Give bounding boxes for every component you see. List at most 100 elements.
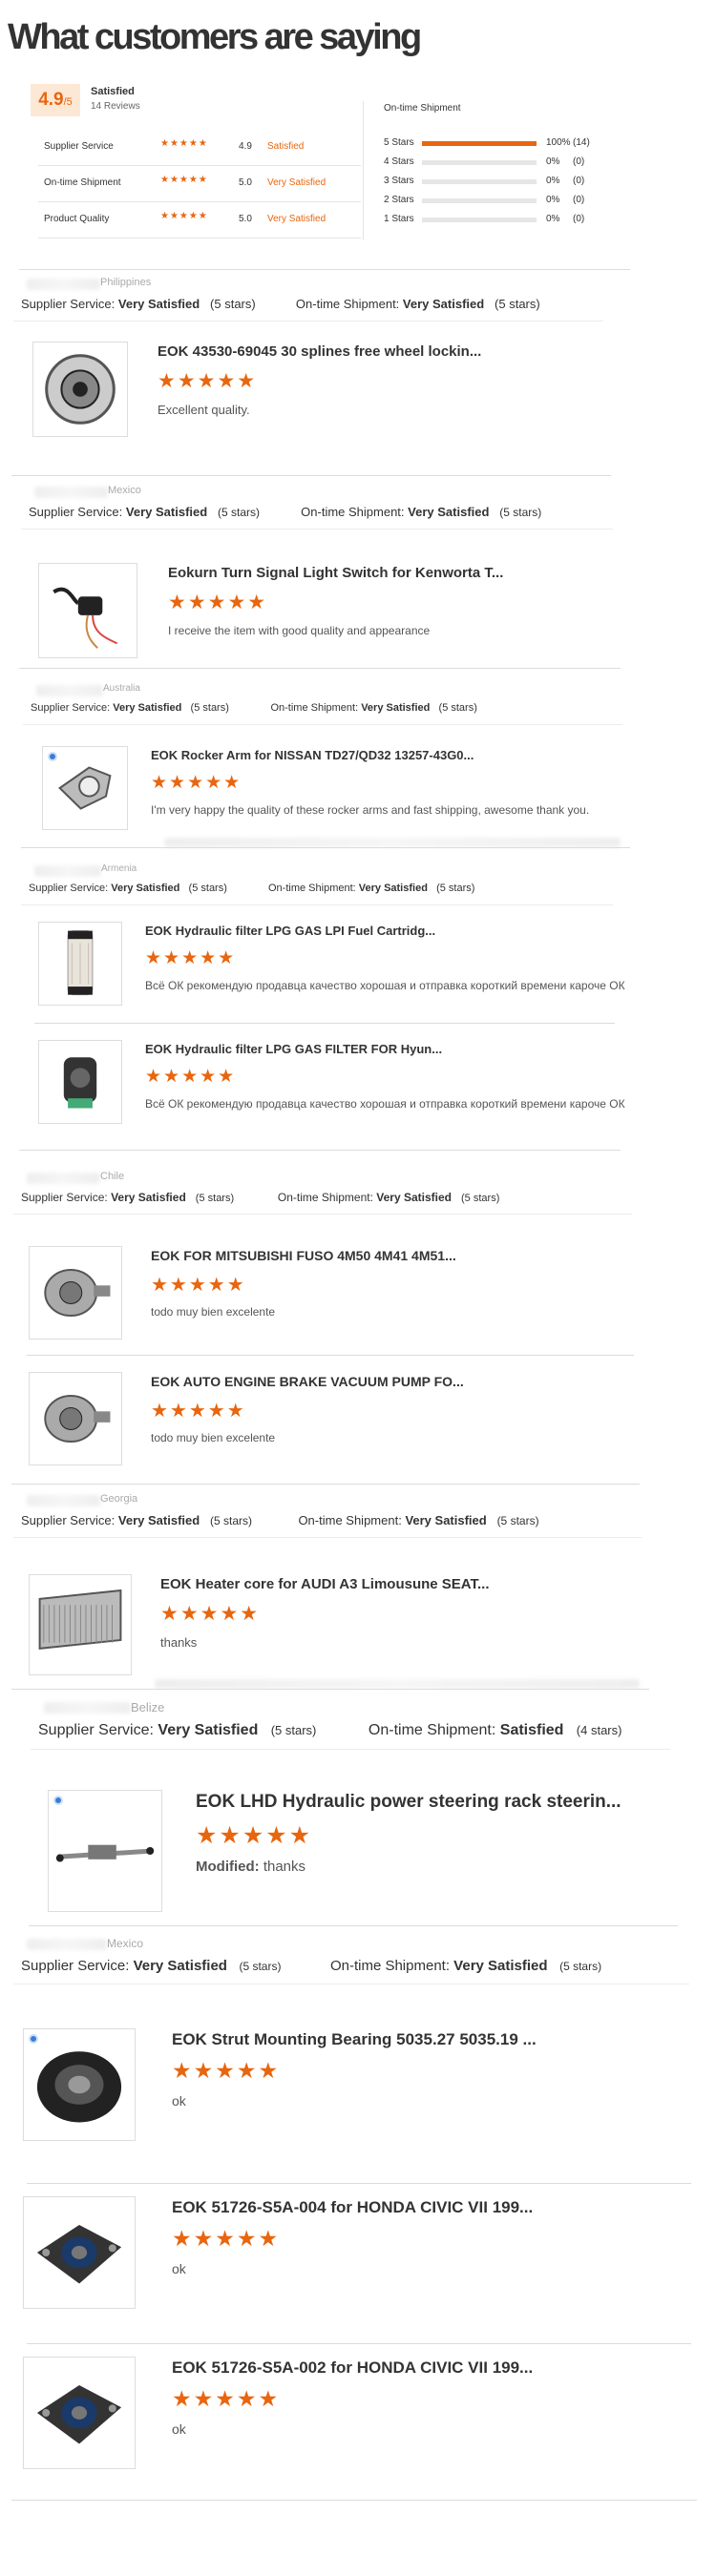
star-progress-track	[422, 179, 537, 184]
product-title-link[interactable]: EOK FOR MITSUBISHI FUSO 4M50 4M41 4M51..…	[151, 1248, 456, 1263]
summary-row-on-time-shipment: On-time Shipment ★★★★★ 5.0 Very Satisfie…	[38, 166, 361, 202]
review-comment: todo muy bien excelente	[151, 1431, 276, 1444]
shipment-star-row: 3 Stars 0% (0)	[384, 174, 613, 189]
review-comment: ok	[172, 2093, 186, 2109]
reviewer-country: Australia	[103, 683, 140, 694]
star-progress-fill	[422, 141, 537, 146]
review-comment: ok	[172, 2261, 186, 2276]
reviewer-name-blurred	[34, 865, 101, 877]
on-time-shipment-stars: (5 stars)	[559, 1960, 602, 1973]
divider	[34, 1023, 615, 1024]
review-ratings-line: Supplier Service: Very Satisfied (5 star…	[21, 1958, 601, 1974]
shipment-star-row: 5 Stars 100% (14)	[384, 135, 613, 151]
product-thumbnail[interactable]	[29, 1574, 132, 1675]
product-rating-stars: ★★★★★	[151, 1275, 246, 1296]
product-title-link[interactable]: EOK Strut Mounting Bearing 5035.27 5035.…	[172, 2030, 537, 2049]
product-thumbnail[interactable]	[38, 1040, 122, 1124]
product-title-link[interactable]: EOK 51726-S5A-004 for HONDA CIVIC VII 19…	[172, 2198, 533, 2217]
product-title-link[interactable]: EOK 43530-69045 30 splines free wheel lo…	[158, 343, 481, 360]
on-time-shipment-stars: (5 stars)	[495, 297, 540, 311]
product-thumbnail[interactable]	[38, 922, 122, 1006]
product-thumbnail[interactable]	[23, 2357, 136, 2469]
star-level-label: 1 Stars	[384, 214, 414, 224]
product-rating-stars: ★★★★★	[145, 1067, 237, 1087]
review-group-divider	[19, 1150, 621, 1151]
reviewer-country: Georgia	[100, 1493, 138, 1505]
supplier-service-value: Very Satisfied	[111, 1191, 186, 1204]
product-title-link[interactable]: EOK Rocker Arm for NISSAN TD27/QD32 1325…	[151, 748, 474, 762]
supplier-service-label: Supplier Service:	[38, 1722, 154, 1738]
divider	[21, 904, 613, 905]
supplier-service-label: Supplier Service:	[21, 1191, 108, 1204]
product-title-link[interactable]: Eokurn Turn Signal Light Switch for Kenw…	[168, 565, 503, 581]
product-rating-stars: ★★★★★	[172, 2226, 281, 2251]
summary-row-stars: ★★★★★	[160, 211, 208, 221]
review-comment: Excellent quality.	[158, 403, 250, 417]
product-thumbnail[interactable]	[38, 563, 137, 658]
divider	[21, 529, 613, 530]
supplier-service-stars: (5 stars)	[218, 506, 261, 519]
star-percent: 0%	[546, 214, 560, 224]
reviewer-country: Chile	[100, 1171, 125, 1182]
product-title-link[interactable]: EOK 51726-S5A-002 for HONDA CIVIC VII 19…	[172, 2358, 533, 2378]
product-title-link[interactable]: EOK Heater core for AUDI A3 Limousune SE…	[160, 1576, 490, 1592]
shipment-star-row: 4 Stars 0% (0)	[384, 155, 613, 170]
product-title-link[interactable]: EOK Hydraulic filter LPG GAS LPI Fuel Ca…	[145, 924, 435, 938]
product-rating-stars: ★★★★★	[151, 773, 242, 793]
supplier-service-stars: (5 stars)	[210, 1514, 253, 1527]
review-comment: Modified: thanks	[196, 1859, 305, 1875]
star-level-label: 4 Stars	[384, 156, 414, 167]
summary-row-label: On-time Shipment	[44, 177, 121, 188]
star-count: (0)	[573, 176, 585, 186]
on-time-shipment-label: On-time Shipment:	[298, 1513, 402, 1527]
on-time-shipment-stars: (5 stars)	[461, 1193, 500, 1204]
verified-badge-icon	[53, 1796, 63, 1805]
product-title-link[interactable]: EOK Hydraulic filter LPG GAS FILTER FOR …	[145, 1042, 442, 1056]
supplier-service-label: Supplier Service:	[21, 1958, 130, 1974]
on-time-shipment-label: On-time Shipment:	[368, 1722, 496, 1738]
product-thumbnail[interactable]	[48, 1790, 162, 1912]
star-progress-track	[422, 160, 537, 165]
product-rating-stars: ★★★★★	[160, 1603, 261, 1625]
supplier-service-label: Supplier Service:	[29, 883, 109, 894]
review-ratings-line: Supplier Service: Very Satisfied (5 star…	[21, 297, 540, 311]
product-rating-stars: ★★★★★	[151, 1401, 246, 1422]
supplier-service-value: Very Satisfied	[117, 1513, 200, 1527]
review-ratings-line: Supplier Service: Very Satisfied (5 star…	[31, 702, 477, 714]
on-time-shipment-label: On-time Shipment:	[270, 702, 359, 714]
divider	[27, 2183, 691, 2184]
review-comment: I'm very happy the quality of these rock…	[151, 803, 590, 817]
on-time-shipment-label: On-time Shipment:	[329, 1958, 450, 1974]
review-ratings-line: Supplier Service: Very Satisfied (5 star…	[21, 1191, 499, 1204]
supplier-service-value: Very Satisfied	[158, 1722, 259, 1738]
product-thumbnail[interactable]	[29, 1372, 122, 1465]
product-thumbnail[interactable]	[32, 342, 128, 437]
product-title-link[interactable]: EOK AUTO ENGINE BRAKE VACUUM PUMP FO...	[151, 1374, 464, 1389]
on-time-shipment-stars: (5 stars)	[496, 1514, 539, 1527]
verified-badge-icon	[29, 2034, 38, 2044]
product-thumbnail[interactable]	[23, 2028, 136, 2141]
review-ratings-line: Supplier Service: Very Satisfied (5 star…	[29, 883, 474, 894]
on-time-shipment-value: Very Satisfied	[358, 883, 428, 894]
reviewer-name-blurred	[27, 279, 100, 290]
summary-row-value: 5.0	[239, 214, 252, 224]
product-thumbnail[interactable]	[29, 1246, 122, 1340]
review-comment: Всё ОК рекомендую продавца качество хоро…	[145, 979, 625, 992]
summary-row-text: Very Satisfied	[267, 177, 326, 188]
reviewer-name-blurred	[34, 487, 108, 498]
supplier-service-label: Supplier Service:	[21, 1513, 116, 1527]
supplier-service-stars: (5 stars)	[188, 883, 227, 894]
on-time-shipment-stars: (5 stars)	[438, 702, 477, 714]
on-time-shipment-value: Very Satisfied	[361, 702, 431, 714]
supplier-service-stars: (5 stars)	[239, 1960, 282, 1973]
shipment-star-row: 1 Stars 0% (0)	[384, 212, 613, 227]
reviewer-country: Armenia	[101, 863, 137, 874]
overall-satisfaction-label: Satisfied	[91, 86, 135, 97]
product-thumbnail[interactable]	[23, 2196, 136, 2309]
summary-row-supplier-service: Supplier Service ★★★★★ 4.9 Satisfied	[38, 130, 361, 166]
product-title-link[interactable]: EOK LHD Hydraulic power steering rack st…	[196, 1792, 621, 1813]
supplier-service-label: Supplier Service:	[21, 297, 116, 311]
shipment-star-row: 2 Stars 0% (0)	[384, 193, 613, 208]
review-group-divider	[19, 668, 621, 669]
review-ratings-line: Supplier Service: Very Satisfied (5 star…	[21, 1513, 539, 1527]
